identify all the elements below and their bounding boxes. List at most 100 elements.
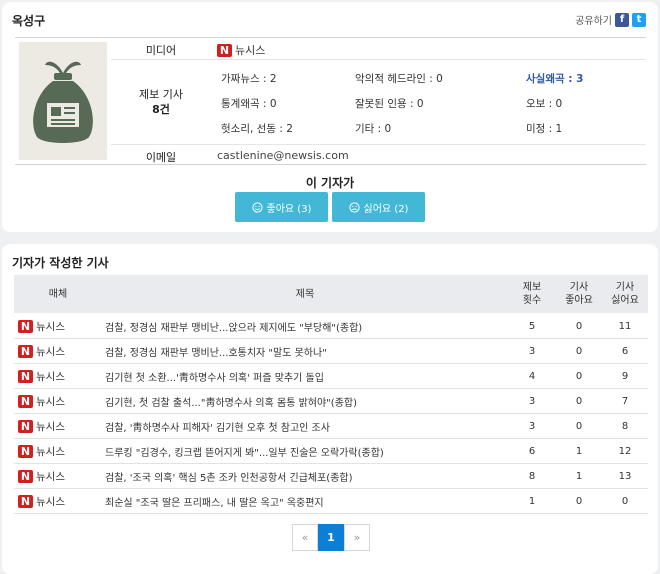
frown-icon [348,201,360,213]
reaction-title: 이 기자가 [305,176,355,190]
row-dislike-count: 0 [621,496,629,507]
newsis-logo-icon: N [18,395,33,408]
row-media[interactable]: N 뉴시스 [18,489,65,514]
row-media-name: 뉴시스 [36,321,65,333]
row-title-link[interactable]: 검찰, '조국 의혹' 핵심 5촌 조카 인천공항서 긴급체포(종합) [105,464,505,489]
table-row[interactable]: N 뉴시스 검찰, '조국 의혹' 핵심 5촌 조카 인천공항서 긴급체포(종합) 8… [14,464,648,489]
row-title-link[interactable]: 최순실 "조국 딸은 프리패스, 내 딸은 옥고" 옥중편지 [105,489,505,514]
profile-info-table: 미디어 제보 기사 8건 이메일 N 뉴시스 가짜뉴스 : 2 악의적 헤드라인… [15,37,646,165]
dislike-button[interactable]: 싫어요 (2) [332,192,425,222]
email-value: castlenine@newsis.com [217,149,349,162]
category-nonsense: 헛소리, 선동 : 2 [221,123,293,135]
row-title-link[interactable]: 김기현, 첫 검찰 출석..."靑하명수사 의혹 몸통 밝혀야"(종합) [105,389,505,414]
category-etc: 기타 : 0 [355,123,392,135]
row-media-name: 뉴시스 [36,371,65,383]
row-dislike-count: 7 [621,396,629,407]
row-like-count: 0 [575,421,583,432]
dislike-label: 싫어요 (2) [363,203,409,215]
facebook-share-icon[interactable]: f [615,12,629,27]
twitter-share-icon[interactable]: t [632,12,646,27]
row-media[interactable]: N 뉴시스 [18,389,65,414]
table-row[interactable]: N 뉴시스 최순실 "조국 딸은 프리패스, 내 딸은 옥고" 옥중편지 1 0 0 [14,489,648,514]
row-dislike-count: 6 [621,346,629,357]
row-media[interactable]: N 뉴시스 [18,414,65,439]
reporter-avatar-icon [19,42,107,160]
table-row[interactable]: N 뉴시스 검찰, 정경심 재판부 맹비난...호통치자 "말도 못하나" 3 0 6 [14,339,648,364]
newsis-logo-icon: N [18,420,33,433]
table-row[interactable]: N 뉴시스 검찰, '靑하명수사 피해자' 김기현 오후 첫 참고인 조사 3 0 8 [14,414,648,439]
row-media[interactable]: N 뉴시스 [18,339,65,364]
row-like-count: 0 [575,396,583,407]
row-report-count: 3 [528,421,536,432]
category-fake-news: 가짜뉴스 : 2 [221,73,277,85]
email-label: 이메일 [145,151,177,164]
row-like-count: 0 [575,346,583,357]
row-like-count: 0 [575,496,583,507]
row-media[interactable]: N 뉴시스 [18,464,65,489]
newsis-logo-icon: N [18,445,33,458]
row-media[interactable]: N 뉴시스 [18,314,65,339]
row-title-link[interactable]: 드루킹 "김경수, 킹크랩 뜯어지게 봐"...일부 진술은 오락가락(종합) [105,439,505,464]
row-report-count: 8 [528,471,536,482]
header-reports: 제보 횟수 [522,282,542,306]
newsis-logo-icon: N [18,320,33,333]
row-media-name: 뉴시스 [36,346,65,358]
row-report-count: 3 [528,396,536,407]
newsis-logo-icon: N [18,370,33,383]
newsis-logo-icon: N [18,470,33,483]
page-1-button[interactable]: 1 [318,524,344,551]
share-label: 공유하기 [575,16,612,27]
reporter-name: 옥성구 [12,14,46,28]
row-media[interactable]: N 뉴시스 [18,439,65,464]
row-title-link[interactable]: 김기현 첫 소환...'靑하명수사 의혹' 퍼즐 맞추기 돌입 [105,364,505,389]
header-title: 제목 [295,288,315,300]
row-report-count: 6 [528,446,536,457]
report-label: 제보 기사 8건 [111,87,211,117]
row-media-name: 뉴시스 [36,446,65,458]
table-row[interactable]: N 뉴시스 김기현 첫 소환...'靑하명수사 의혹' 퍼즐 맞추기 돌입 4 0 9 [14,364,648,389]
category-stat-distortion: 통계왜곡 : 0 [221,98,277,110]
row-media-name: 뉴시스 [36,396,65,408]
prev-page-button[interactable]: « [292,524,318,551]
row-report-count: 3 [528,346,536,357]
newsis-logo-icon: N [217,43,232,57]
row-media[interactable]: N 뉴시스 [18,364,65,389]
category-misquote: 잘못된 인용 : 0 [355,98,424,110]
newsis-logo-icon: N [18,345,33,358]
row-dislike-count: 12 [618,446,632,457]
category-malicious-headline: 악의적 헤드라인 : 0 [355,73,443,85]
row-media-name: 뉴시스 [36,471,65,483]
table-row[interactable]: N 뉴시스 드루킹 "김경수, 킹크랩 뜯어지게 봐"...일부 진술은 오락가락(… [14,439,648,464]
table-row[interactable]: N 뉴시스 검찰, 정경심 재판부 맹비난...앉으라 제지에도 "부당해"(종합)… [14,314,648,339]
media-name: 뉴시스 [235,44,266,57]
row-report-count: 1 [528,496,536,507]
row-dislike-count: 9 [621,371,629,382]
row-title-link[interactable]: 검찰, 정경심 재판부 맹비난...앉으라 제지에도 "부당해"(종합) [105,314,505,339]
row-report-count: 4 [528,371,536,382]
row-dislike-count: 13 [618,471,632,482]
row-media-name: 뉴시스 [36,421,65,433]
next-page-button[interactable]: » [344,524,370,551]
table-header: 매체 제목 제보 횟수 기사 좋아요 기사 싫어요 [14,275,648,313]
share-area: 공유하기 f t [575,12,646,27]
articles-card: 기자가 작성한 기사 매체 제목 제보 횟수 기사 좋아요 기사 싫어요 N 뉴시… [2,244,658,574]
row-dislike-count: 8 [621,421,629,432]
report-count: 8건 [152,103,170,116]
row-like-count: 0 [575,371,583,382]
row-title-link[interactable]: 검찰, 정경심 재판부 맹비난...호통치자 "말도 못하나" [105,339,505,364]
media-value[interactable]: N 뉴시스 [217,42,265,58]
header-likes: 기사 좋아요 [565,282,593,306]
media-label: 미디어 [145,44,177,57]
table-row[interactable]: N 뉴시스 김기현, 첫 검찰 출석..."靑하명수사 의혹 몸통 밝혀야"(종합)… [14,389,648,414]
row-title-link[interactable]: 검찰, '靑하명수사 피해자' 김기현 오후 첫 참고인 조사 [105,414,505,439]
row-media-name: 뉴시스 [36,496,65,508]
category-misreport: 오보 : 0 [526,98,563,110]
articles-section-title: 기자가 작성한 기사 [12,256,109,270]
like-button[interactable]: 좋아요 (3) [235,192,328,222]
category-undecided: 미정 : 1 [526,123,563,135]
newsis-logo-icon: N [18,495,33,508]
row-like-count: 1 [575,446,583,457]
reporter-profile-card: 옥성구 공유하기 f t 미디어 제보 기사 8건 이메일 N 뉴시스 가짜뉴스… [2,2,658,232]
category-distortion: 사실왜곡 : 3 [526,73,584,85]
row-like-count: 0 [575,321,583,332]
